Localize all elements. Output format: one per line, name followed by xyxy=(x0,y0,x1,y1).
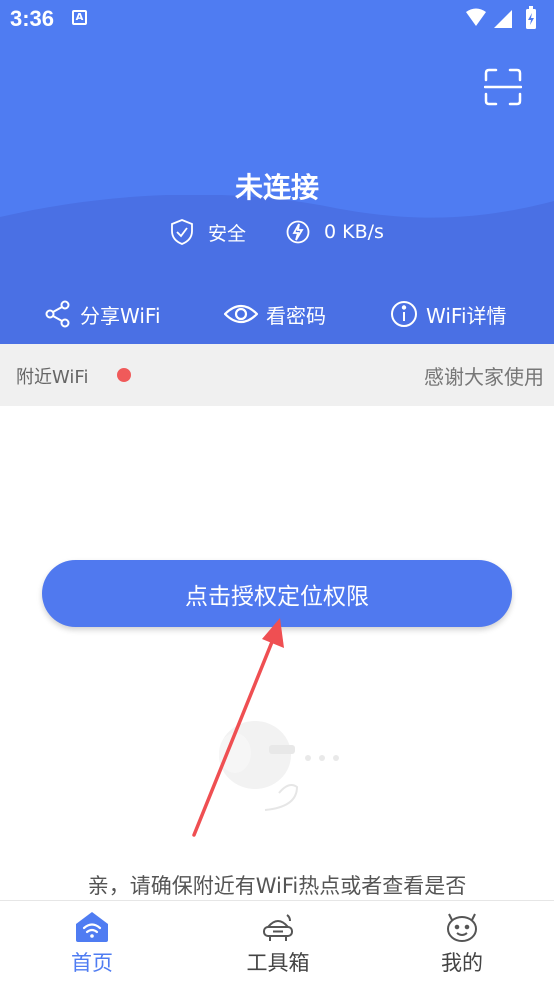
speed-icon xyxy=(286,220,310,244)
action-row: 分享WiFi 看密码 WiFi详情 xyxy=(0,296,554,332)
share-icon xyxy=(45,300,70,328)
hint-text: 亲，请确保附近有WiFi热点或者查看是否 xyxy=(87,874,467,898)
connection-status: 未连接 xyxy=(234,171,319,204)
status-bar: 3:36 A xyxy=(0,0,554,38)
info-icon xyxy=(391,301,417,327)
wifi-details-button[interactable]: WiFi详情 xyxy=(390,296,507,332)
nearby-wifi-bar: 附近WiFi 感谢大家使用 xyxy=(0,344,554,406)
view-password-label: 看密码 xyxy=(266,303,326,328)
tab-mine-label: 我的 xyxy=(441,951,483,975)
status-time: 3:36 xyxy=(10,6,55,31)
system-status-icons xyxy=(466,6,536,29)
scan-icon[interactable] xyxy=(484,68,522,106)
tab-toolbox-label: 工具箱 xyxy=(246,951,310,975)
speed-label: 0 KB/s xyxy=(324,221,384,243)
connection-stats: 安全 0 KB/s xyxy=(0,216,554,248)
cell-signal-icon xyxy=(494,10,512,28)
notification-icon: A xyxy=(72,10,87,25)
wifi-signal-icon xyxy=(466,8,486,26)
eye-icon xyxy=(224,304,258,324)
tab-home[interactable]: 首页 xyxy=(22,901,162,984)
tab-mine[interactable]: 我的 xyxy=(392,901,532,984)
wifi-details-label: WiFi详情 xyxy=(426,303,507,328)
tab-toolbox[interactable]: 工具箱 xyxy=(208,901,348,984)
bottom-tab-bar: 首页 工具箱 我的 xyxy=(0,900,554,984)
marquee-text: 感谢大家使用 xyxy=(424,365,544,389)
security-label: 安全 xyxy=(208,222,247,245)
wifi-home-icon xyxy=(76,912,108,942)
view-password-button[interactable]: 看密码 xyxy=(224,296,326,332)
share-wifi-label: 分享WiFi xyxy=(80,303,161,328)
speed-stat: 0 KB/s xyxy=(286,216,384,248)
header: 3:36 A 未连接 安全 0 KB/s 分享WiFi 看密码 WiFi详情 xyxy=(0,0,554,344)
red-dot-indicator xyxy=(117,368,131,382)
tab-home-label: 首页 xyxy=(71,951,113,975)
security-stat: 安全 xyxy=(170,216,246,248)
nearby-wifi-label: 附近WiFi xyxy=(16,367,89,388)
toolbox-icon xyxy=(263,914,293,941)
share-wifi-button[interactable]: 分享WiFi xyxy=(44,296,161,332)
face-icon xyxy=(447,913,477,942)
pointer-arrow xyxy=(192,618,284,837)
shield-icon xyxy=(171,219,193,245)
